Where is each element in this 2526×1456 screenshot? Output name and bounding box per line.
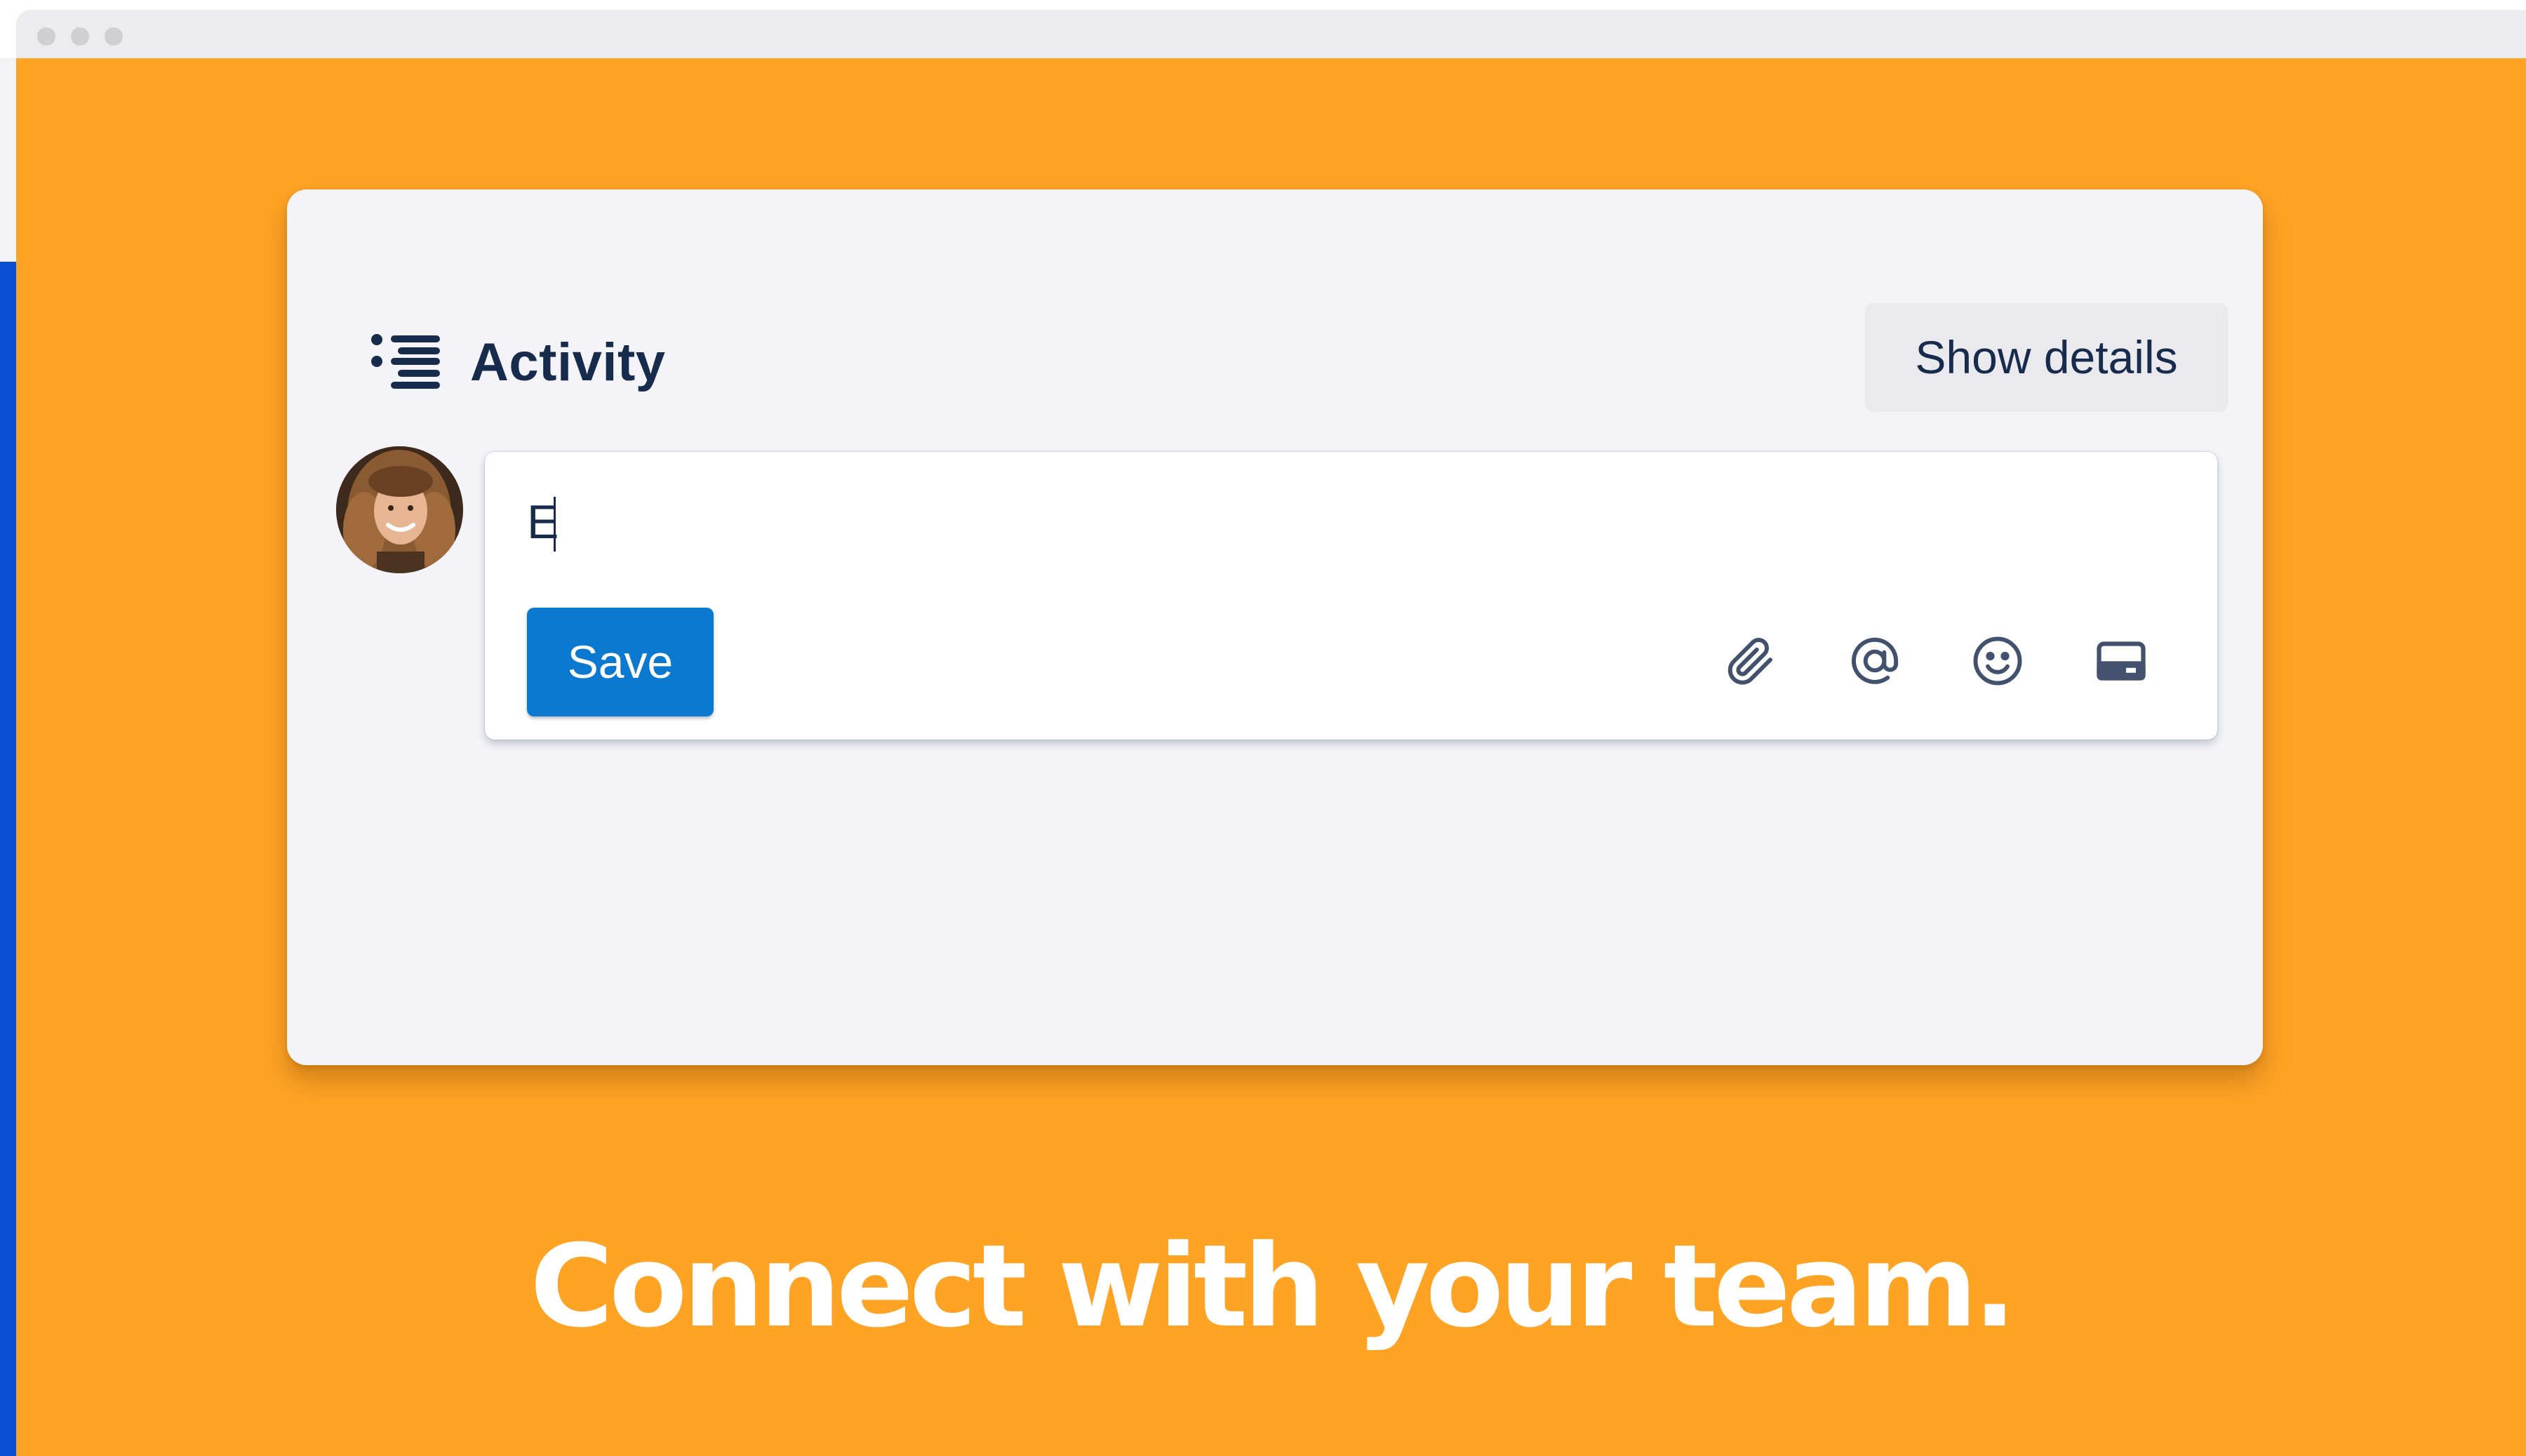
comment-input[interactable] (527, 487, 2141, 557)
browser-window: Activity Show details E Save Connect wit… (16, 10, 2526, 1456)
window-titlebar (16, 10, 2526, 58)
save-button[interactable]: Save (527, 608, 714, 716)
activity-list-icon (370, 331, 444, 392)
comment-editor: Save (485, 452, 2217, 740)
emoji-icon[interactable] (1968, 632, 2027, 690)
activity-title: Activity (470, 333, 666, 392)
headline: Connect with your team. (530, 1221, 2016, 1353)
card-icon[interactable] (2092, 632, 2151, 690)
window-dot-close[interactable] (37, 27, 55, 46)
edge-strip (0, 58, 16, 1456)
text-caret (554, 497, 556, 552)
window-dot-maximize[interactable] (105, 27, 123, 46)
window-dot-minimize[interactable] (71, 27, 89, 46)
edge-strip-top (0, 58, 16, 262)
paperclip-icon[interactable] (1721, 632, 1780, 690)
activity-card: Activity Show details E Save (287, 189, 2263, 1065)
show-details-button[interactable]: Show details (1865, 303, 2228, 412)
mention-icon[interactable] (1845, 632, 1904, 690)
page: Activity Show details E Save Connect wit… (0, 0, 2526, 1456)
user-avatar[interactable] (336, 446, 463, 573)
